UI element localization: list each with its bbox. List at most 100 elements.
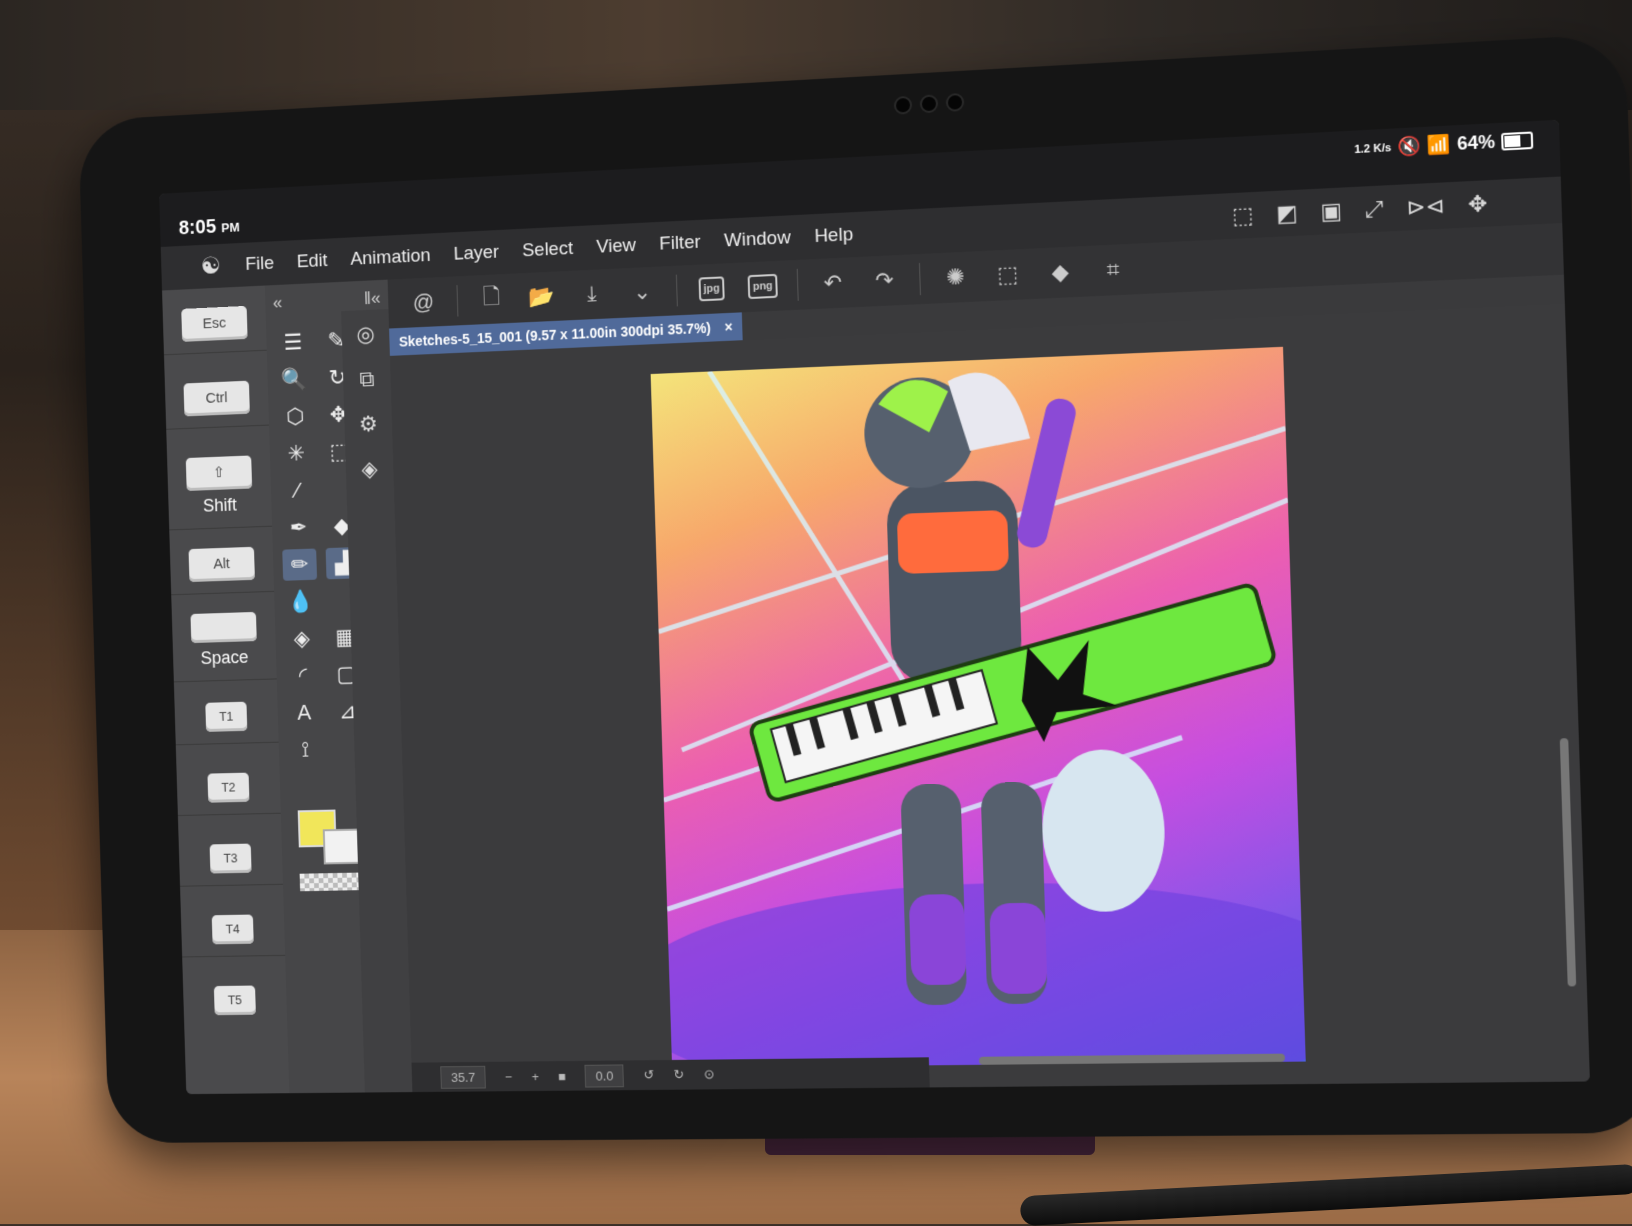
menu-filter[interactable]: Filter: [647, 231, 712, 256]
menu-quick-icons: ⬚ ◩ ▣ ⤢ ⊳⊲ ✥: [1232, 186, 1562, 229]
shift-arrow-icon: ⇧: [185, 455, 253, 491]
canvas-area[interactable]: [389, 303, 1590, 1093]
menu-layer[interactable]: Layer: [442, 241, 511, 266]
character-chest: [896, 509, 1009, 575]
pencil-tool-icon[interactable]: ✏: [282, 548, 318, 581]
menu-edit[interactable]: Edit: [285, 249, 339, 273]
undo-icon[interactable]: ↶: [815, 265, 850, 301]
flip-horizontal-icon[interactable]: ⊳⊲: [1406, 192, 1445, 221]
export-png-icon[interactable]: png: [745, 269, 780, 304]
network-speed: 1.2 K/s: [1354, 141, 1392, 156]
reset-view-icon[interactable]: ⊙: [704, 1066, 715, 1082]
collapse-panel-icon[interactable]: ‖«: [364, 287, 381, 308]
space-key-cap: [190, 611, 257, 644]
alt-key[interactable]: Alt: [188, 546, 255, 583]
magic-wand-icon[interactable]: ✳: [279, 437, 314, 470]
menu-select[interactable]: Select: [510, 237, 585, 262]
menu-file[interactable]: File: [234, 252, 286, 276]
mute-icon: 🔇: [1397, 135, 1422, 158]
t5-key-cap: T5: [213, 985, 256, 1016]
zoom-tool-icon[interactable]: 🔍: [277, 363, 312, 396]
navigator-bar: 35.7 − + ■ 0.0 ↺ ↻ ⊙: [411, 1057, 930, 1093]
t2-key[interactable]: T2: [195, 772, 261, 803]
key-divider: [180, 883, 283, 887]
t5-key[interactable]: T5: [202, 985, 268, 1016]
key-divider: [169, 525, 273, 531]
ctrl-key[interactable]: Ctrl: [183, 380, 250, 417]
layer-search-icon[interactable]: ⚙: [358, 411, 377, 437]
redo-icon[interactable]: ↷: [867, 263, 902, 299]
key-divider: [173, 678, 277, 683]
clear-selection-icon[interactable]: ⬚: [990, 257, 1025, 293]
layer-properties-icon[interactable]: ⧉: [359, 366, 375, 392]
zoom-level-field[interactable]: 35.7: [440, 1065, 487, 1089]
export-jpg-icon[interactable]: jpg: [694, 271, 728, 306]
ruler-tool-icon[interactable]: ⟟: [288, 734, 323, 766]
key-divider: [175, 741, 279, 746]
rotation-reset-icon[interactable]: ■: [558, 1068, 566, 1083]
new-file-icon[interactable]: 🗋: [475, 282, 509, 317]
layers-icon[interactable]: ◈: [361, 456, 378, 482]
t1-key[interactable]: T1: [193, 701, 259, 732]
menu-animation[interactable]: Animation: [339, 244, 443, 271]
zoom-out-icon[interactable]: −: [505, 1069, 513, 1084]
menu-lines-icon[interactable]: ☰: [275, 326, 310, 359]
rotate-left-icon[interactable]: ↺: [643, 1067, 654, 1083]
space-key[interactable]: Space: [190, 611, 257, 669]
ctrl-key-cap: Ctrl: [183, 380, 250, 417]
zoom-in-icon[interactable]: +: [531, 1069, 539, 1084]
rotation-field[interactable]: 0.0: [584, 1063, 625, 1088]
invert-selection-icon[interactable]: ◩: [1276, 200, 1298, 228]
t4-key-cap: T4: [211, 914, 254, 945]
loading-spinner-icon[interactable]: ✺: [938, 260, 973, 296]
menu-view[interactable]: View: [584, 234, 648, 259]
rotate-right-icon[interactable]: ↻: [673, 1067, 684, 1083]
open-folder-icon[interactable]: 📂: [525, 279, 559, 314]
toolbar-separator: [456, 285, 459, 317]
key-divider: [163, 349, 267, 356]
tablet-device: 8:05 PM 1.2 K/s 🔇 📶 64% ☯ File Edit Anim…: [78, 33, 1632, 1144]
sub-color-swatch[interactable]: [322, 828, 360, 865]
toolbar-separator: [796, 268, 799, 301]
text-tool-icon[interactable]: A: [287, 697, 322, 729]
t3-key[interactable]: T3: [197, 843, 263, 874]
eyedropper-icon[interactable]: ⁄: [280, 474, 315, 506]
app-logo-icon[interactable]: ☯: [187, 243, 235, 289]
export-jpg-label: jpg: [698, 276, 725, 302]
object-tool-icon[interactable]: ⬡: [278, 400, 313, 433]
deselect-icon[interactable]: ⬚: [1232, 202, 1254, 230]
quick-access-icon[interactable]: ◎: [356, 321, 375, 347]
floor-shadow: [650, 876, 1306, 1068]
blend-tool-icon[interactable]: 💧: [283, 586, 318, 618]
shift-key[interactable]: ⇧ Shift: [185, 455, 253, 517]
save-icon[interactable]: ⤓: [575, 277, 609, 312]
vertical-scrollbar[interactable]: [1559, 738, 1577, 987]
key-divider: [166, 424, 270, 430]
close-tab-icon[interactable]: ×: [724, 319, 733, 335]
canvas-icon[interactable]: ▣: [1320, 197, 1342, 225]
clock-ampm: PM: [221, 219, 240, 236]
transform-icon[interactable]: ⌗: [1095, 252, 1131, 288]
move-canvas-icon[interactable]: ✥: [1468, 190, 1488, 218]
curve-tool-icon[interactable]: ◜: [286, 660, 321, 692]
battery-icon: [1501, 131, 1534, 151]
collapse-left-icon[interactable]: «: [273, 292, 283, 313]
key-divider: [177, 812, 281, 817]
transparent-color-swatch[interactable]: [299, 872, 359, 892]
clock-time: 8:05: [178, 216, 217, 240]
pen-nib-icon[interactable]: ✒: [281, 511, 316, 543]
t3-key-cap: T3: [209, 843, 252, 874]
menu-help[interactable]: Help: [802, 223, 865, 248]
esc-key[interactable]: Esc: [181, 305, 248, 342]
fit-screen-icon[interactable]: ⤢: [1365, 195, 1384, 223]
battery-percent: 64%: [1456, 131, 1496, 154]
fill-bucket-icon[interactable]: ◆: [1043, 254, 1079, 290]
alt-key-cap: Alt: [188, 546, 255, 583]
t4-key[interactable]: T4: [200, 914, 266, 945]
artwork-canvas[interactable]: [650, 346, 1306, 1068]
app-swirl-icon[interactable]: @: [407, 285, 440, 320]
chevron-down-icon[interactable]: ⌄: [625, 275, 659, 310]
status-indicators: 1.2 K/s 🔇 📶 64%: [1354, 129, 1534, 160]
menu-window[interactable]: Window: [712, 226, 803, 252]
fill-tool-icon[interactable]: ◈: [284, 623, 319, 655]
